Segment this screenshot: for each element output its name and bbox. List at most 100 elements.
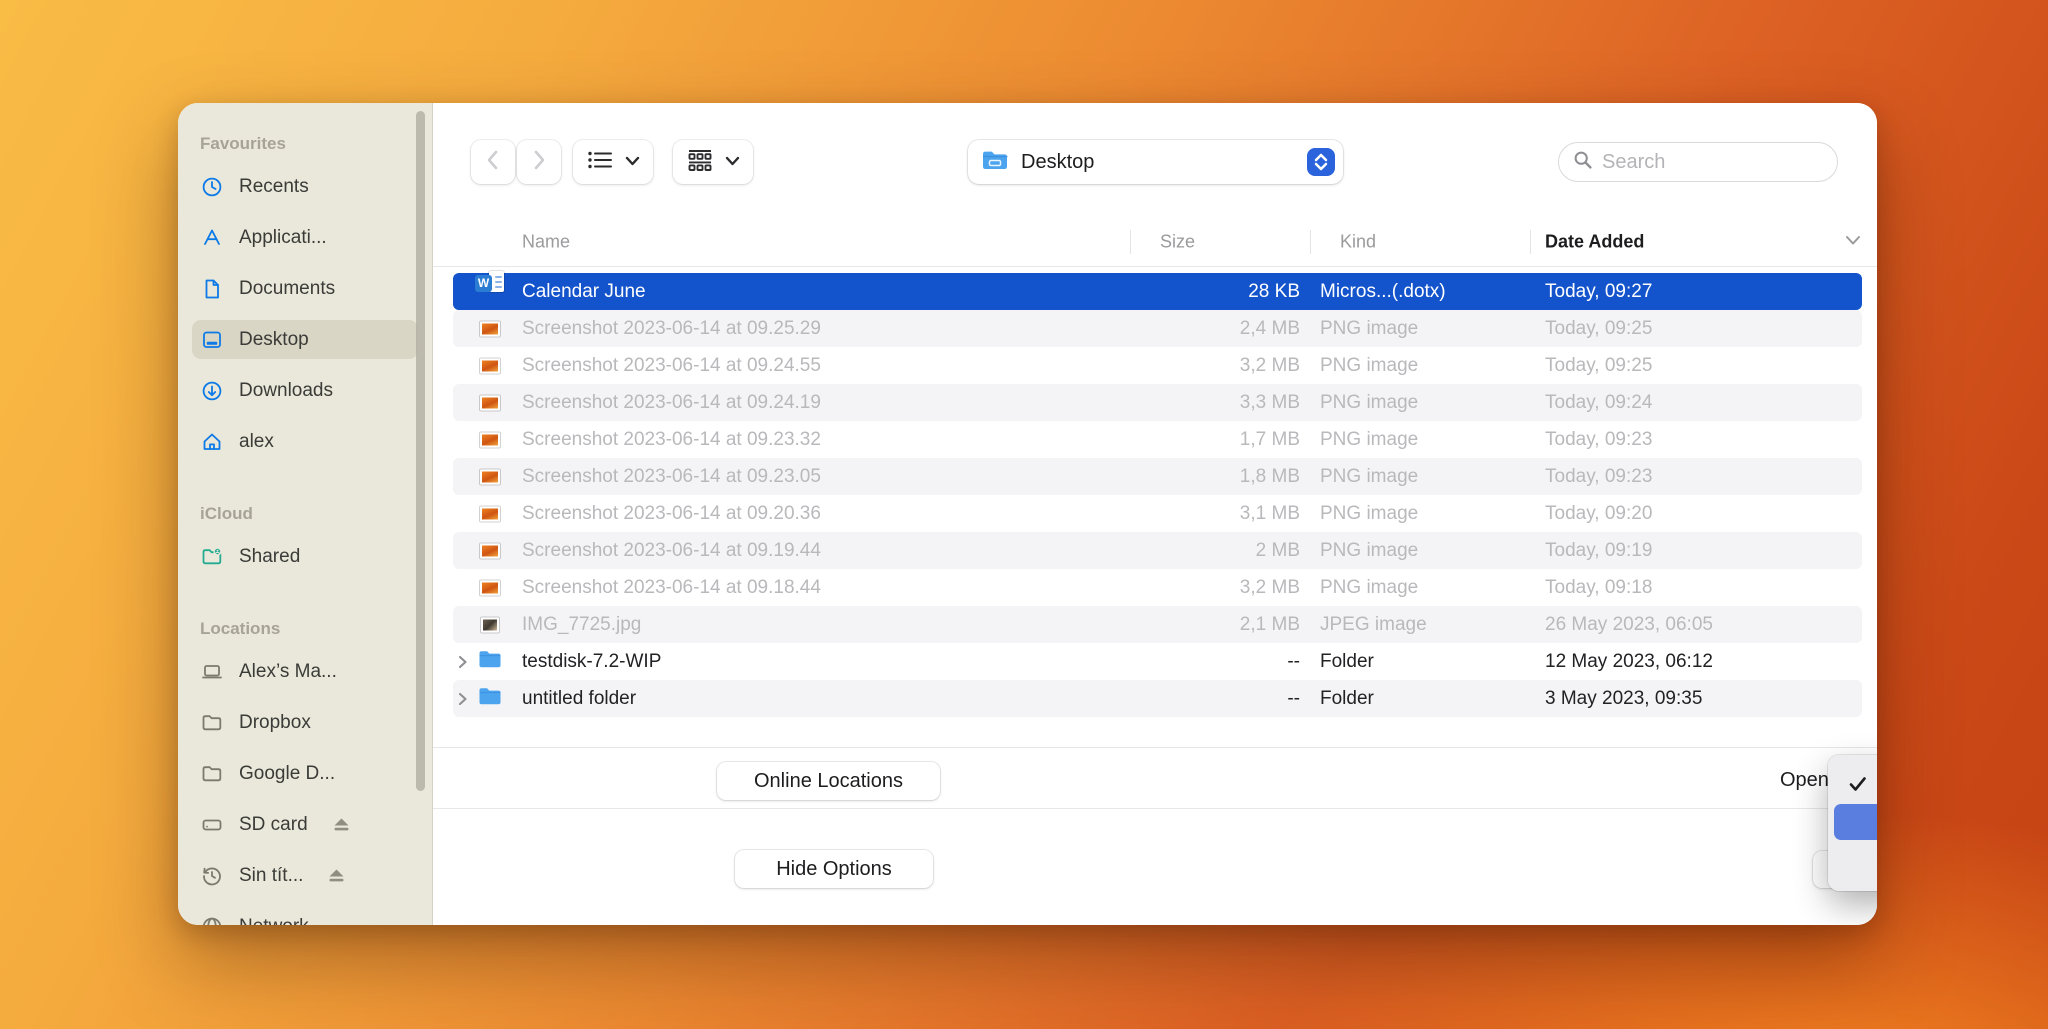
sidebar-item-applicati[interactable]: Applicati... xyxy=(200,212,432,263)
sidebar-item-documents[interactable]: Documents xyxy=(200,263,432,314)
file-kind: PNG image xyxy=(1320,576,1419,598)
header-divider xyxy=(433,266,1877,267)
open-dialog-window: Favourites Recents Applicati... Documents De… xyxy=(178,103,1877,925)
online-locations-button[interactable]: Online Locations xyxy=(717,762,940,800)
file-name: Screenshot 2023-06-14 at 09.23.32 xyxy=(522,428,821,450)
sidebar-item-recents[interactable]: Recents xyxy=(200,161,432,212)
file-date-added: 26 May 2023, 06:05 xyxy=(1545,613,1713,635)
eject-icon[interactable] xyxy=(333,817,350,832)
list-header: Name Size Kind Date Added xyxy=(433,218,1877,266)
file-name: Screenshot 2023-06-14 at 09.19.44 xyxy=(522,539,821,561)
file-size: 3,3 MB xyxy=(1239,391,1300,413)
forward-button[interactable] xyxy=(517,140,561,184)
search-input[interactable] xyxy=(1602,150,1812,174)
popup-stepper-icon xyxy=(1307,148,1335,176)
sidebar-item-label: Sin tít... xyxy=(239,864,304,886)
document-icon xyxy=(200,277,224,301)
word-doc-icon: W xyxy=(475,270,505,303)
column-separator[interactable] xyxy=(1310,230,1311,254)
photo-thumb-icon xyxy=(481,617,499,632)
file-row[interactable]: untitled folder -- Folder 3 May 2023, 09:35 xyxy=(453,680,1862,717)
file-name: Screenshot 2023-06-14 at 09.23.05 xyxy=(522,465,821,487)
sidebar-item-shared[interactable]: Shared xyxy=(200,531,432,582)
search-field[interactable] xyxy=(1558,142,1838,182)
file-date-added: Today, 09:19 xyxy=(1545,539,1653,561)
column-header-size[interactable]: Size xyxy=(1160,232,1195,253)
sidebar-item-label: Google D... xyxy=(239,762,336,784)
column-header-name[interactable]: Name xyxy=(522,232,570,253)
column-separator[interactable] xyxy=(1530,230,1531,254)
list-view-button[interactable] xyxy=(573,140,653,184)
back-button[interactable] xyxy=(471,140,515,184)
file-date-added: Today, 09:23 xyxy=(1545,428,1653,450)
file-date-added: Today, 09:25 xyxy=(1545,354,1653,376)
file-kind: PNG image xyxy=(1320,539,1419,561)
column-separator[interactable] xyxy=(1130,230,1131,254)
sidebar-item-google-d[interactable]: Google D... xyxy=(200,748,432,799)
disclosure-chevron-icon[interactable] xyxy=(457,691,468,707)
sidebar: Favourites Recents Applicati... Documents De… xyxy=(178,103,433,925)
globe-icon xyxy=(200,915,224,925)
file-name: Screenshot 2023-06-14 at 09.20.36 xyxy=(522,502,821,524)
group-view-button[interactable] xyxy=(673,140,753,184)
sidebar-item-alex-s-ma[interactable]: Alex’s Ma... xyxy=(200,646,432,697)
hide-options-button[interactable]: Hide Options xyxy=(735,850,933,888)
sidebar-item-desktop[interactable]: Desktop xyxy=(192,314,432,365)
sidebar-item-alex[interactable]: alex xyxy=(200,416,432,467)
hide-options-label: Hide Options xyxy=(776,857,892,880)
sidebar-item-downloads[interactable]: Downloads xyxy=(200,365,432,416)
file-size: -- xyxy=(1287,687,1300,709)
file-row: Screenshot 2023-06-14 at 09.24.19 3,3 MB P… xyxy=(453,384,1862,421)
file-kind: PNG image xyxy=(1320,465,1419,487)
file-size: -- xyxy=(1287,650,1300,672)
sidebar-section-label: Locations xyxy=(200,619,281,638)
location-popup[interactable]: Desktop xyxy=(968,140,1343,184)
menu-item-recover-text[interactable]: Recover Text xyxy=(1834,842,1877,878)
sidebar-item-network[interactable]: Network xyxy=(200,901,432,925)
file-name: Screenshot 2023-06-14 at 09.24.55 xyxy=(522,354,821,376)
file-row: Screenshot 2023-06-14 at 09.25.29 2,4 MB P… xyxy=(453,310,1862,347)
folder-icon xyxy=(478,686,503,712)
sidebar-section-label: iCloud xyxy=(200,504,253,523)
sidebar-section: Locations Alex’s Ma... Dropbox Google D... S… xyxy=(200,616,432,925)
file-row: Screenshot 2023-06-14 at 09.24.55 3,2 MB P… xyxy=(453,347,1862,384)
file-kind: PNG image xyxy=(1320,428,1419,450)
clock-icon xyxy=(200,175,224,199)
file-kind: PNG image xyxy=(1320,391,1419,413)
download-circle-icon xyxy=(200,379,224,403)
file-name: Calendar June xyxy=(522,280,646,302)
file-row[interactable]: testdisk-7.2-WIP -- Folder 12 May 2023, 06:… xyxy=(453,643,1862,680)
disclosure-chevron-icon[interactable] xyxy=(457,654,468,670)
online-locations-label: Online Locations xyxy=(754,769,903,792)
file-kind: Micros...(.dotx) xyxy=(1320,280,1446,302)
file-date-added: Today, 09:24 xyxy=(1545,391,1653,413)
list-view-icon xyxy=(587,150,613,175)
menu-item-original[interactable]: Original xyxy=(1834,766,1877,802)
appstore-icon xyxy=(200,226,224,250)
sidebar-item-label: Dropbox xyxy=(239,711,311,733)
column-header-kind[interactable]: Kind xyxy=(1340,232,1376,253)
screenshot-thumb-icon xyxy=(480,506,500,521)
file-size: 28 KB xyxy=(1248,280,1300,302)
file-name: testdisk-7.2-WIP xyxy=(522,650,662,672)
screenshot-thumb-icon xyxy=(480,395,500,410)
eject-icon[interactable] xyxy=(328,868,345,883)
menu-item-repair[interactable]: Repair xyxy=(1834,804,1877,840)
chevron-down-icon xyxy=(625,153,640,171)
sidebar-item-sin-t-t[interactable]: Sin tít... xyxy=(200,850,432,901)
file-kind: Folder xyxy=(1320,687,1374,709)
column-header-date-added[interactable]: Date Added xyxy=(1545,232,1644,253)
file-row[interactable]: W Calendar June 28 KB Micros...(.dotx) Today… xyxy=(453,270,1862,310)
sidebar-scrollbar[interactable] xyxy=(416,111,425,791)
sidebar-item-label: Alex’s Ma... xyxy=(239,660,337,682)
drive-icon xyxy=(200,813,224,837)
file-kind: JPEG image xyxy=(1320,613,1427,635)
sort-direction-chevron-icon[interactable] xyxy=(1845,235,1861,246)
screenshot-thumb-icon xyxy=(480,543,500,558)
shared-folder-icon xyxy=(200,545,224,569)
sidebar-item-sd-card[interactable]: SD card xyxy=(200,799,432,850)
sidebar-item-label: Documents xyxy=(239,277,336,299)
sidebar-item-dropbox[interactable]: Dropbox xyxy=(200,697,432,748)
file-kind: Folder xyxy=(1320,650,1374,672)
screenshot-thumb-icon xyxy=(480,321,500,336)
